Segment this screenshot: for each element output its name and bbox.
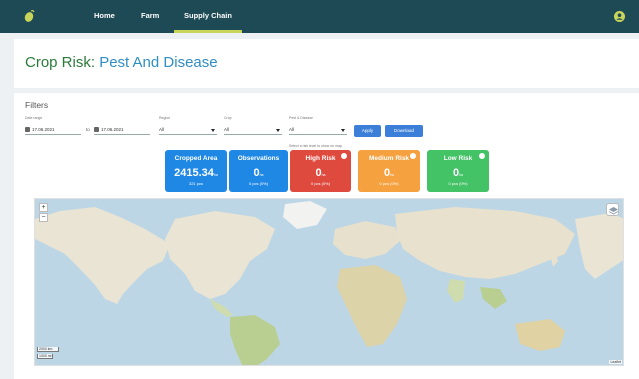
user-account-icon[interactable]	[614, 11, 625, 22]
map-tiles	[35, 201, 623, 365]
pest-disease-select[interactable]: All	[289, 125, 347, 135]
risk-select-hint: Select a risk level to show on map	[289, 144, 342, 148]
filters-card: Filters Date range 17.06.2021 to 17.06.2…	[14, 93, 639, 379]
medium-risk-value: 0ha	[383, 167, 395, 179]
pest-disease-value: All	[289, 127, 295, 132]
map-scale-mi: 1000 mi	[37, 354, 53, 359]
medium-risk-count: 0 pcs (0%)	[379, 181, 399, 186]
date-to-value: 17.06.2021	[101, 127, 124, 132]
chevron-down-icon	[276, 129, 280, 132]
page-header-card: Crop Risk: Pest And Disease	[14, 39, 639, 88]
date-range-label: Date range	[25, 116, 43, 120]
layers-icon[interactable]	[606, 203, 619, 216]
world-map[interactable]: + − 2000 km 1000 mi Leaflet	[34, 198, 624, 366]
crop-label: Crop	[224, 116, 232, 120]
low-risk-count: 0 pcs (0%)	[448, 181, 468, 186]
page-title: Crop Risk: Pest And Disease	[25, 54, 218, 71]
date-from-value: 17.06.2021	[32, 127, 55, 132]
high-risk-card[interactable]: High Risk 0ha 0 pcs (0%)	[290, 150, 351, 192]
observations-value: 0ha	[253, 167, 264, 179]
layers-icon-glyph	[608, 207, 619, 215]
cropped-area-card[interactable]: Cropped Area 2415.34ha 321 pcs	[165, 150, 227, 192]
zoom-out-button[interactable]: −	[39, 213, 48, 222]
download-button[interactable]: Download	[385, 125, 423, 137]
apply-button[interactable]: Apply	[354, 125, 381, 137]
cropped-area-count: 321 pcs	[188, 181, 203, 186]
top-navbar: Home Farm Supply Chain	[0, 0, 639, 33]
medium-risk-card[interactable]: Medium Risk 0ha 0 pcs (0%)	[358, 150, 420, 192]
calendar-icon	[94, 127, 99, 132]
high-risk-count: 0 pcs (0%)	[310, 181, 331, 186]
observations-label: Observations	[237, 155, 280, 162]
low-risk-label: Low Risk	[443, 155, 473, 162]
map-attribution[interactable]: Leaflet	[609, 360, 622, 364]
crop-select[interactable]: All	[224, 125, 282, 135]
crop-value: All	[224, 127, 230, 132]
nav-supply-chain[interactable]: Supply Chain	[184, 11, 232, 20]
leaf-logo-icon[interactable]	[22, 9, 36, 23]
pest-disease-label: Pest & Disease	[289, 116, 313, 120]
region-label: Region	[159, 116, 171, 120]
map-scale-km: 2000 km	[37, 347, 59, 352]
cropped-area-value: 2415.34ha	[174, 167, 218, 179]
nav-home[interactable]: Home	[94, 11, 115, 20]
filters-title: Filters	[25, 100, 49, 110]
nav-farm[interactable]: Farm	[141, 11, 159, 20]
date-from-field[interactable]: 17.06.2021	[25, 125, 81, 135]
region-select[interactable]: All	[159, 125, 217, 135]
zoom-in-button[interactable]: +	[39, 203, 48, 212]
region-value: All	[159, 127, 165, 132]
observations-card[interactable]: Observations 0ha 0 pcs (0%)	[229, 150, 288, 192]
low-risk-card[interactable]: Low Risk 0ha 0 pcs (0%)	[427, 150, 489, 192]
medium-risk-label: Medium Risk	[368, 155, 410, 162]
nav-active-indicator	[174, 30, 242, 33]
chevron-down-icon	[341, 129, 345, 132]
page-title-prefix: Crop Risk:	[25, 54, 96, 71]
page-title-subject: Pest And Disease	[99, 54, 218, 71]
high-risk-value: 0ha	[315, 167, 326, 179]
date-to-field[interactable]: 17.06.2021	[94, 125, 150, 135]
high-risk-label: High Risk	[305, 155, 336, 162]
calendar-icon	[25, 127, 30, 132]
low-risk-value: 0ha	[452, 167, 464, 179]
chevron-down-icon	[211, 129, 215, 132]
observations-count: 0 pcs (0%)	[248, 181, 269, 186]
cropped-area-label: Cropped Area	[174, 155, 218, 162]
date-to-label: to	[86, 127, 90, 132]
